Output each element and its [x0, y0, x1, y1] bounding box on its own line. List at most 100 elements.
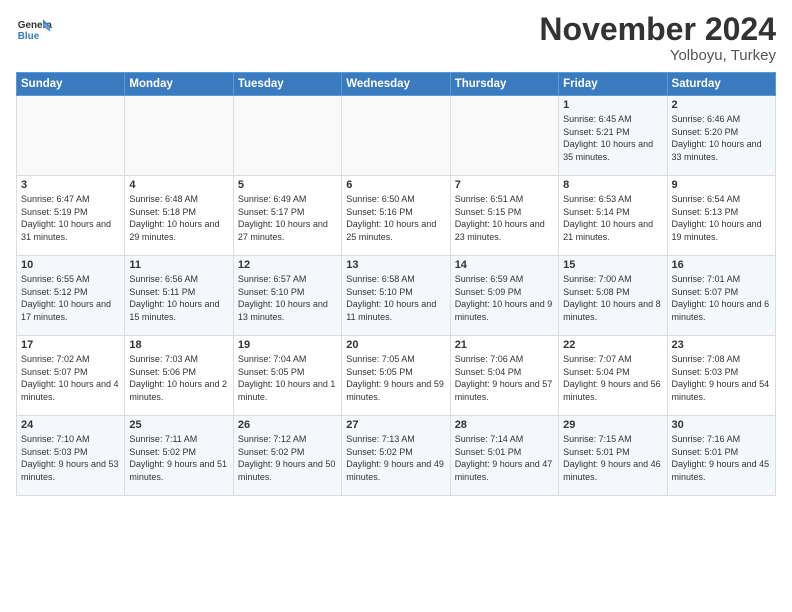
- day-info: Sunrise: 7:16 AM Sunset: 5:01 PM Dayligh…: [672, 433, 771, 483]
- day-number: 13: [346, 259, 445, 271]
- day-number: 7: [455, 179, 554, 191]
- week-row-3: 10Sunrise: 6:55 AM Sunset: 5:12 PM Dayli…: [17, 256, 776, 336]
- day-number: 11: [129, 259, 228, 271]
- weekday-header-saturday: Saturday: [667, 73, 775, 96]
- calendar-cell: 14 Sunrise: 6:59 AM Sunset: 5:09 PM Dayli…: [450, 256, 558, 336]
- logo-icon: General Blue: [16, 12, 52, 48]
- calendar-cell: 15 Sunrise: 7:00 AM Sunset: 5:08 PM Dayli…: [559, 256, 667, 336]
- day-number: 1: [563, 99, 662, 111]
- day-info: Sunrise: 6:50 AM Sunset: 5:16 PM Dayligh…: [346, 193, 445, 243]
- day-number: 5: [238, 179, 337, 191]
- calendar-cell: 26 Sunrise: 7:12 AM Sunset: 5:02 PM Dayli…: [233, 416, 341, 496]
- day-info: Sunrise: 6:58 AM Sunset: 5:10 PM Dayligh…: [346, 273, 445, 323]
- day-info: Sunrise: 6:54 AM Sunset: 5:13 PM Dayligh…: [672, 193, 771, 243]
- header: General Blue November 2024 Yolboyu, Turk…: [16, 12, 776, 64]
- week-row-1: 1Sunrise: 6:45 AM Sunset: 5:21 PM Daylig…: [17, 96, 776, 176]
- day-info: Sunrise: 6:59 AM Sunset: 5:09 PM Dayligh…: [455, 273, 554, 323]
- calendar-cell: 1Sunrise: 6:45 AM Sunset: 5:21 PM Daylig…: [559, 96, 667, 176]
- day-number: 19: [238, 339, 337, 351]
- day-info: Sunrise: 6:46 AM Sunset: 5:20 PM Dayligh…: [672, 113, 771, 163]
- day-info: Sunrise: 7:06 AM Sunset: 5:04 PM Dayligh…: [455, 353, 554, 403]
- day-info: Sunrise: 6:56 AM Sunset: 5:11 PM Dayligh…: [129, 273, 228, 323]
- calendar-cell: 27 Sunrise: 7:13 AM Sunset: 5:02 PM Dayli…: [342, 416, 450, 496]
- calendar-cell: 19 Sunrise: 7:04 AM Sunset: 5:05 PM Dayli…: [233, 336, 341, 416]
- day-number: 8: [563, 179, 662, 191]
- day-info: Sunrise: 7:02 AM Sunset: 5:07 PM Dayligh…: [21, 353, 120, 403]
- calendar-cell: 7 Sunrise: 6:51 AM Sunset: 5:15 PM Daylig…: [450, 176, 558, 256]
- calendar-cell: [342, 96, 450, 176]
- week-row-2: 3 Sunrise: 6:47 AM Sunset: 5:19 PM Daylig…: [17, 176, 776, 256]
- calendar-cell: 22 Sunrise: 7:07 AM Sunset: 5:04 PM Dayli…: [559, 336, 667, 416]
- calendar-cell: 5 Sunrise: 6:49 AM Sunset: 5:17 PM Daylig…: [233, 176, 341, 256]
- day-info: Sunrise: 7:07 AM Sunset: 5:04 PM Dayligh…: [563, 353, 662, 403]
- calendar-cell: [450, 96, 558, 176]
- day-info: Sunrise: 7:08 AM Sunset: 5:03 PM Dayligh…: [672, 353, 771, 403]
- week-row-4: 17 Sunrise: 7:02 AM Sunset: 5:07 PM Dayli…: [17, 336, 776, 416]
- weekday-header-sunday: Sunday: [17, 73, 125, 96]
- calendar-cell: [125, 96, 233, 176]
- calendar-cell: 9 Sunrise: 6:54 AM Sunset: 5:13 PM Daylig…: [667, 176, 775, 256]
- calendar-cell: 16 Sunrise: 7:01 AM Sunset: 5:07 PM Dayli…: [667, 256, 775, 336]
- calendar-cell: 13 Sunrise: 6:58 AM Sunset: 5:10 PM Dayli…: [342, 256, 450, 336]
- day-number: 22: [563, 339, 662, 351]
- day-info: Sunrise: 7:12 AM Sunset: 5:02 PM Dayligh…: [238, 433, 337, 483]
- day-number: 25: [129, 419, 228, 431]
- day-info: Sunrise: 6:51 AM Sunset: 5:15 PM Dayligh…: [455, 193, 554, 243]
- day-number: 27: [346, 419, 445, 431]
- day-info: Sunrise: 7:01 AM Sunset: 5:07 PM Dayligh…: [672, 273, 771, 323]
- calendar-cell: [17, 96, 125, 176]
- calendar-cell: [233, 96, 341, 176]
- day-info: Sunrise: 7:11 AM Sunset: 5:02 PM Dayligh…: [129, 433, 228, 483]
- weekday-header-tuesday: Tuesday: [233, 73, 341, 96]
- location: Yolboyu, Turkey: [539, 47, 776, 64]
- day-info: Sunrise: 6:47 AM Sunset: 5:19 PM Dayligh…: [21, 193, 120, 243]
- weekday-header-row: SundayMondayTuesdayWednesdayThursdayFrid…: [17, 73, 776, 96]
- calendar-cell: 4Sunrise: 6:48 AM Sunset: 5:18 PM Daylig…: [125, 176, 233, 256]
- day-info: Sunrise: 7:00 AM Sunset: 5:08 PM Dayligh…: [563, 273, 662, 323]
- weekday-header-monday: Monday: [125, 73, 233, 96]
- calendar-cell: 18 Sunrise: 7:03 AM Sunset: 5:06 PM Dayli…: [125, 336, 233, 416]
- week-row-5: 24Sunrise: 7:10 AM Sunset: 5:03 PM Dayli…: [17, 416, 776, 496]
- day-info: Sunrise: 7:10 AM Sunset: 5:03 PM Dayligh…: [21, 433, 120, 483]
- calendar-cell: 3 Sunrise: 6:47 AM Sunset: 5:19 PM Daylig…: [17, 176, 125, 256]
- day-info: Sunrise: 7:04 AM Sunset: 5:05 PM Dayligh…: [238, 353, 337, 403]
- calendar-cell: 11 Sunrise: 6:56 AM Sunset: 5:11 PM Dayli…: [125, 256, 233, 336]
- calendar-cell: 8 Sunrise: 6:53 AM Sunset: 5:14 PM Daylig…: [559, 176, 667, 256]
- day-number: 23: [672, 339, 771, 351]
- title-block: November 2024 Yolboyu, Turkey: [539, 12, 776, 64]
- weekday-header-thursday: Thursday: [450, 73, 558, 96]
- day-info: Sunrise: 6:57 AM Sunset: 5:10 PM Dayligh…: [238, 273, 337, 323]
- day-number: 26: [238, 419, 337, 431]
- day-number: 14: [455, 259, 554, 271]
- calendar-cell: 10Sunrise: 6:55 AM Sunset: 5:12 PM Dayli…: [17, 256, 125, 336]
- day-number: 28: [455, 419, 554, 431]
- day-number: 30: [672, 419, 771, 431]
- day-number: 17: [21, 339, 120, 351]
- calendar-cell: 20Sunrise: 7:05 AM Sunset: 5:05 PM Dayli…: [342, 336, 450, 416]
- day-number: 3: [21, 179, 120, 191]
- day-number: 18: [129, 339, 228, 351]
- weekday-header-wednesday: Wednesday: [342, 73, 450, 96]
- day-info: Sunrise: 6:49 AM Sunset: 5:17 PM Dayligh…: [238, 193, 337, 243]
- day-number: 15: [563, 259, 662, 271]
- day-number: 10: [21, 259, 120, 271]
- day-number: 12: [238, 259, 337, 271]
- day-info: Sunrise: 7:13 AM Sunset: 5:02 PM Dayligh…: [346, 433, 445, 483]
- day-info: Sunrise: 7:14 AM Sunset: 5:01 PM Dayligh…: [455, 433, 554, 483]
- day-info: Sunrise: 6:53 AM Sunset: 5:14 PM Dayligh…: [563, 193, 662, 243]
- calendar-cell: 21Sunrise: 7:06 AM Sunset: 5:04 PM Dayli…: [450, 336, 558, 416]
- day-number: 4: [129, 179, 228, 191]
- calendar-cell: 23 Sunrise: 7:08 AM Sunset: 5:03 PM Dayli…: [667, 336, 775, 416]
- calendar-cell: 24Sunrise: 7:10 AM Sunset: 5:03 PM Dayli…: [17, 416, 125, 496]
- weekday-header-friday: Friday: [559, 73, 667, 96]
- day-number: 16: [672, 259, 771, 271]
- calendar-cell: 25 Sunrise: 7:11 AM Sunset: 5:02 PM Dayli…: [125, 416, 233, 496]
- day-number: 2: [672, 99, 771, 111]
- day-info: Sunrise: 7:15 AM Sunset: 5:01 PM Dayligh…: [563, 433, 662, 483]
- day-number: 9: [672, 179, 771, 191]
- day-info: Sunrise: 7:03 AM Sunset: 5:06 PM Dayligh…: [129, 353, 228, 403]
- calendar-cell: 17 Sunrise: 7:02 AM Sunset: 5:07 PM Dayli…: [17, 336, 125, 416]
- month-title: November 2024: [539, 12, 776, 47]
- day-number: 20: [346, 339, 445, 351]
- calendar-cell: 30 Sunrise: 7:16 AM Sunset: 5:01 PM Dayli…: [667, 416, 775, 496]
